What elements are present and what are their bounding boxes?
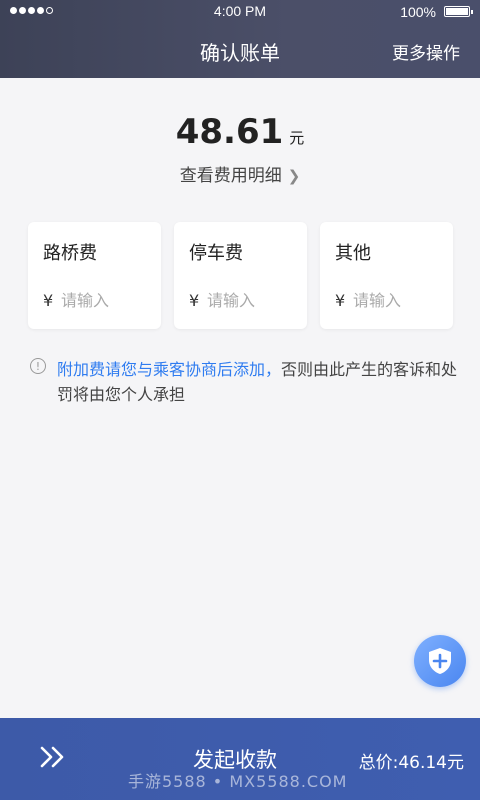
shield-plus-button[interactable] bbox=[414, 635, 466, 687]
battery-icon bbox=[444, 6, 473, 17]
fare-amount: 48.61 元 bbox=[0, 112, 480, 152]
more-actions-button[interactable]: 更多操作 bbox=[392, 39, 460, 64]
fee-card-parking: 停车费 ¥ bbox=[174, 222, 307, 329]
battery-percentage: 100% bbox=[400, 4, 436, 20]
surcharge-notice: ! 附加费请您与乘客协商后添加，否则由此产生的客诉和处罚将由您个人承担 bbox=[30, 357, 460, 407]
info-icon: ! bbox=[30, 358, 46, 374]
notice-text: 附加费请您与乘客协商后添加，否则由此产生的客诉和处罚将由您个人承担 bbox=[30, 357, 460, 407]
currency-symbol: ¥ bbox=[335, 291, 346, 310]
fee-label: 其他 bbox=[335, 243, 371, 264]
watermark: 手游5588 • MX5588.COM bbox=[128, 772, 348, 791]
amount-value: 48.61 bbox=[175, 112, 284, 152]
currency-symbol: ¥ bbox=[189, 291, 200, 310]
double-chevron-right-icon[interactable] bbox=[40, 746, 66, 772]
fee-label: 路桥费 bbox=[43, 243, 97, 264]
fee-label: 停车费 bbox=[189, 243, 243, 264]
chevron-right-icon: ❯ bbox=[287, 167, 301, 185]
amount-unit: 元 bbox=[289, 129, 305, 147]
other-fee-input[interactable] bbox=[353, 287, 443, 313]
total-price: 总价:46.14元 bbox=[358, 753, 464, 773]
fee-card-other: 其他 ¥ bbox=[320, 222, 453, 329]
fee-card-toll: 路桥费 ¥ bbox=[28, 222, 161, 329]
notice-highlight: 附加费请您与乘客协商后添加， bbox=[57, 360, 282, 379]
status-bar: 4:00 PM 100% bbox=[0, 0, 480, 24]
toll-fee-input[interactable] bbox=[61, 287, 151, 313]
view-fee-details-link[interactable]: 查看费用明细 ❯ bbox=[0, 161, 480, 186]
view-fee-details-label: 查看费用明细 bbox=[179, 166, 282, 186]
parking-fee-input[interactable] bbox=[207, 287, 297, 313]
shield-plus-icon bbox=[429, 648, 451, 674]
currency-symbol: ¥ bbox=[43, 291, 54, 310]
header: 4:00 PM 100% 确认账单 更多操作 bbox=[0, 0, 480, 78]
